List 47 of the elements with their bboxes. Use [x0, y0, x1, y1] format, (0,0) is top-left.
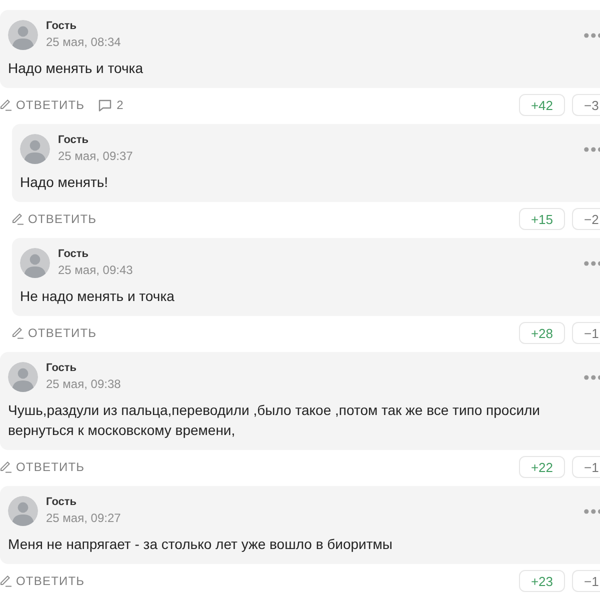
downvote-button[interactable]: −1 — [572, 570, 600, 592]
pencil-icon — [0, 575, 12, 587]
comment-text: Меня не напрягает - за столько лет уже вошло в биоритмы — [8, 535, 394, 554]
comment-text: Надо менять! — [20, 173, 110, 192]
reply-button[interactable]: ОТВЕТИТЬ — [0, 460, 85, 474]
avatar-icon — [8, 362, 38, 392]
reply-button[interactable]: ОТВЕТИТЬ — [12, 326, 97, 340]
reply-button[interactable]: ОТВЕТИТЬ — [12, 212, 97, 226]
avatar-icon — [20, 134, 50, 164]
more-options-icon[interactable] — [584, 146, 600, 152]
avatar-icon — [8, 20, 38, 50]
more-options-icon[interactable] — [584, 32, 600, 38]
reply-button[interactable]: ОТВЕТИТЬ — [0, 574, 85, 588]
author-name: Гость — [58, 248, 89, 261]
comment-date: 25 мая, 09:37 — [58, 149, 133, 164]
comment-text: Не надо менять и точка — [20, 287, 176, 306]
avatar-icon — [8, 496, 38, 526]
comment-date: 25 мая, 09:43 — [58, 263, 133, 278]
upvote-button[interactable]: +28 — [519, 322, 565, 344]
upvote-button[interactable]: +23 — [519, 570, 565, 592]
more-options-icon[interactable] — [584, 374, 600, 380]
comment-text: Чушь,раздули из пальца,переводили ,было такое ,потом так же все типо просили вернуться к московскому времени, — [8, 401, 541, 440]
upvote-button[interactable]: +22 — [519, 456, 565, 478]
pencil-icon — [0, 99, 12, 111]
downvote-button[interactable]: −2 — [572, 208, 600, 230]
author-name: Гость — [46, 20, 77, 33]
upvote-button[interactable]: +15 — [519, 208, 565, 230]
more-options-icon[interactable] — [584, 260, 600, 266]
downvote-button[interactable]: −1 — [572, 456, 600, 478]
more-options-icon[interactable] — [584, 508, 600, 514]
comment-icon — [98, 98, 112, 112]
downvote-button[interactable]: −3 — [572, 94, 600, 116]
comment-date: 25 мая, 09:27 — [46, 511, 121, 526]
avatar-icon — [20, 248, 50, 278]
comment-date: 25 мая, 08:34 — [46, 35, 121, 50]
author-name: Гость — [58, 134, 89, 147]
pencil-icon — [12, 327, 24, 339]
upvote-button[interactable]: +42 — [519, 94, 565, 116]
replies-count-button[interactable]: 2 — [98, 98, 124, 112]
comment-date: 25 мая, 09:38 — [46, 377, 121, 392]
comment-text: Надо менять и точка — [8, 59, 144, 78]
author-name: Гость — [46, 362, 77, 375]
reply-button[interactable]: ОТВЕТИТЬ — [0, 98, 85, 112]
downvote-button[interactable]: −1 — [572, 322, 600, 344]
author-name: Гость — [46, 496, 77, 509]
pencil-icon — [12, 213, 24, 225]
pencil-icon — [0, 461, 12, 473]
